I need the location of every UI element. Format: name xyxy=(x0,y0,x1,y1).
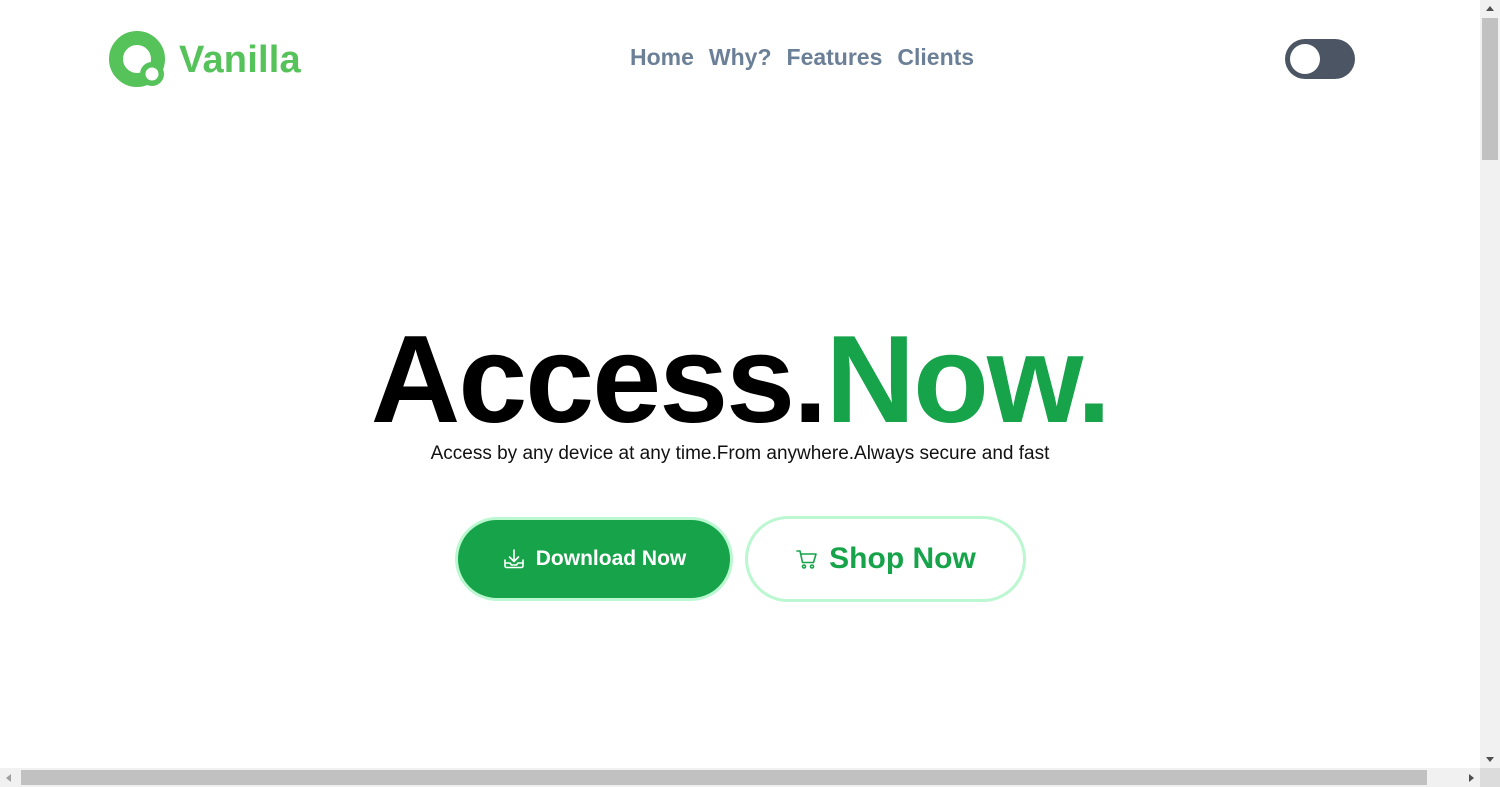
cart-icon xyxy=(796,550,817,569)
vertical-scroll-thumb[interactable] xyxy=(1482,18,1498,160)
main-nav: Home Why? Features Clients xyxy=(630,44,974,70)
scroll-left-arrow-icon[interactable] xyxy=(0,768,17,787)
shop-now-label: Shop Now xyxy=(829,542,976,575)
toggle-knob xyxy=(1290,44,1320,74)
horizontal-scrollbar[interactable] xyxy=(0,768,1480,787)
nav-link-home[interactable]: Home xyxy=(630,44,694,70)
nav-link-features[interactable]: Features xyxy=(787,44,883,70)
scroll-up-arrow-icon[interactable] xyxy=(1480,0,1500,17)
download-icon xyxy=(503,549,524,569)
brand-name: Vanilla xyxy=(179,39,301,81)
brand-logo[interactable]: Vanilla xyxy=(109,29,301,91)
nav-link-why[interactable]: Why? xyxy=(709,44,772,70)
vanilla-logo-icon xyxy=(109,31,165,87)
hero-title-access: Access. xyxy=(370,311,828,449)
scroll-down-arrow-icon[interactable] xyxy=(1480,751,1500,768)
hero-title: Access.Now. xyxy=(0,318,1480,442)
hero-subtitle: Access by any device at any time.From an… xyxy=(430,443,1050,464)
shop-now-button[interactable]: Shop Now xyxy=(745,516,1026,602)
scroll-right-arrow-icon[interactable] xyxy=(1463,768,1480,787)
download-now-label: Download Now xyxy=(535,547,687,570)
nav-link-clients[interactable]: Clients xyxy=(897,44,974,70)
scrollbar-corner xyxy=(1480,768,1500,787)
download-now-button[interactable]: Download Now xyxy=(455,517,733,601)
page-viewport: Vanilla Home Why? Features Clients Acces… xyxy=(0,0,1480,768)
theme-toggle[interactable] xyxy=(1285,39,1355,79)
horizontal-scroll-thumb[interactable] xyxy=(21,770,1427,785)
vertical-scrollbar[interactable] xyxy=(1480,0,1500,768)
hero-title-now: Now. xyxy=(825,311,1112,449)
